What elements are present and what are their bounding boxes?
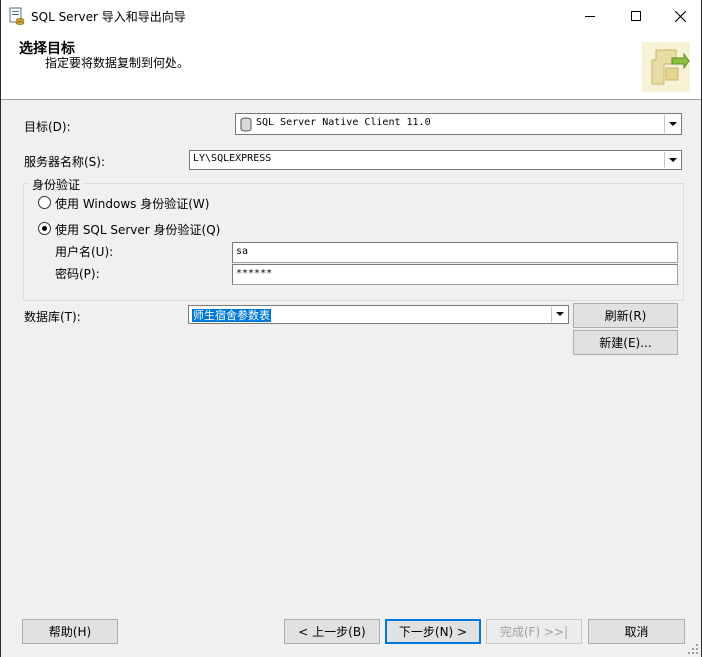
database-label: 数据库(T):: [24, 310, 81, 324]
wizard-window: SQL Server 导入和导出向导 选择目标 指定要将数据复制到何处。 目标(…: [0, 0, 702, 657]
chevron-down-icon: [668, 157, 677, 162]
username-label: 用户名(U):: [55, 245, 114, 259]
username-input[interactable]: sa: [232, 242, 678, 263]
password-value: ******: [236, 268, 273, 279]
minimize-icon: [585, 16, 595, 17]
destination-dropdown-arrow[interactable]: [664, 115, 680, 133]
windows-auth-label[interactable]: 使用 Windows 身份验证(W): [55, 195, 209, 212]
page-subtitle: 指定要将数据复制到何处。: [45, 56, 190, 70]
title-bar: SQL Server 导入和导出向导: [1, 0, 701, 32]
destination-value: SQL Server Native Client 11.0: [256, 117, 431, 128]
server-dropdown[interactable]: LY\SQLEXPRESS: [189, 150, 682, 170]
maximize-icon: [631, 11, 641, 21]
close-button[interactable]: [657, 0, 702, 32]
windows-auth-radio[interactable]: [38, 196, 51, 209]
sql-auth-label[interactable]: 使用 SQL Server 身份验证(Q): [55, 221, 220, 238]
resize-grip-icon[interactable]: [687, 643, 699, 655]
password-input[interactable]: ******: [232, 264, 678, 285]
sql-auth-radio[interactable]: [38, 222, 51, 235]
app-icon: [9, 7, 25, 25]
window-title: SQL Server 导入和导出向导: [31, 10, 186, 24]
back-button[interactable]: < 上一步(B): [284, 619, 380, 644]
database-icon: [240, 117, 252, 132]
database-dropdown[interactable]: 师生宿舍参数表: [188, 305, 569, 324]
minimize-button[interactable]: [567, 0, 613, 32]
auth-group-title: 身份验证: [30, 176, 83, 193]
server-label: 服务器名称(S):: [24, 155, 106, 169]
database-dropdown-arrow[interactable]: [551, 307, 567, 322]
finish-button[interactable]: 完成(F) >>|: [486, 619, 582, 644]
destination-label: 目标(D):: [24, 120, 71, 134]
wizard-destination-icon: [642, 42, 690, 92]
maximize-button[interactable]: [613, 0, 659, 32]
chevron-down-icon: [668, 121, 677, 126]
cancel-button[interactable]: 取消: [588, 619, 685, 644]
next-button[interactable]: 下一步(N) >: [385, 619, 481, 644]
database-value: 师生宿舍参数表: [192, 309, 271, 322]
server-value: LY\SQLEXPRESS: [193, 153, 272, 164]
chevron-down-icon: [555, 312, 564, 316]
help-button[interactable]: 帮助(H): [22, 619, 118, 644]
password-label: 密码(P):: [55, 267, 100, 281]
wizard-header: 选择目标 指定要将数据复制到何处。: [1, 32, 701, 100]
server-dropdown-arrow[interactable]: [664, 152, 680, 168]
new-database-button[interactable]: 新建(E)...: [573, 330, 678, 355]
close-icon: [674, 10, 686, 22]
destination-dropdown[interactable]: SQL Server Native Client 11.0: [235, 113, 682, 135]
username-value: sa: [236, 246, 249, 257]
refresh-button[interactable]: 刷新(R): [573, 303, 678, 328]
